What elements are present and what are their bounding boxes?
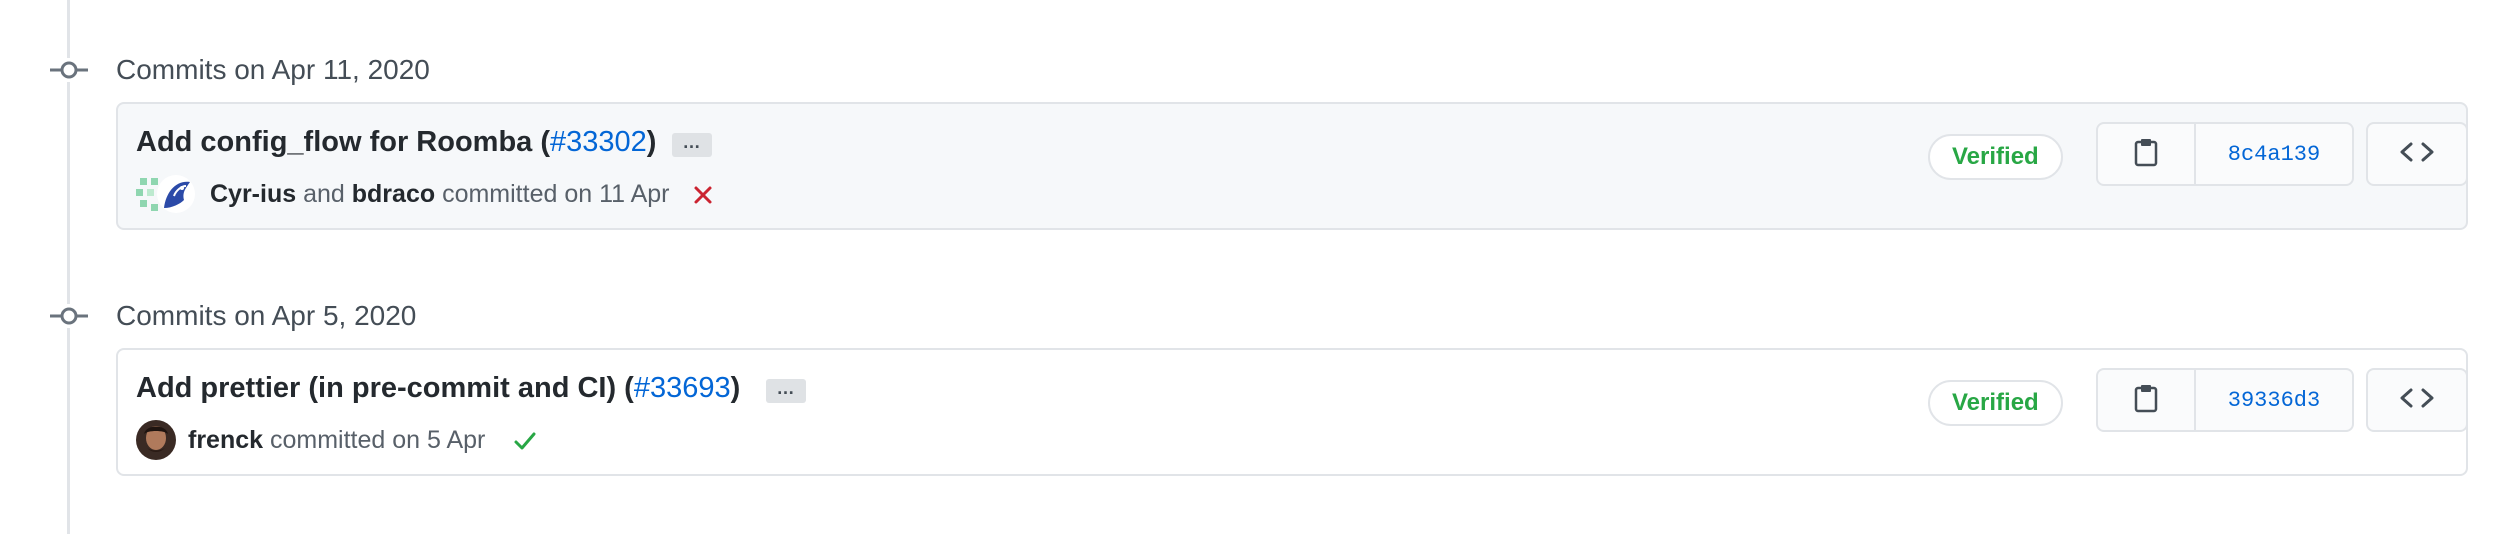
author-joiner: and — [303, 180, 345, 208]
committed-date: committed on 5 Apr — [270, 426, 486, 454]
verified-badge[interactable]: Verified — [1928, 380, 2063, 426]
commit-item: Add config_flow for Roomba (#33302) … Cy… — [116, 102, 2468, 230]
commit-message[interactable]: Add config_flow for Roomba ( — [136, 126, 550, 158]
copy-sha-button[interactable] — [2098, 124, 2196, 184]
pr-link[interactable]: #33302 — [550, 126, 647, 158]
copy-sha-button[interactable] — [2098, 370, 2196, 430]
commit-sha-link[interactable]: 39336d3 — [2196, 370, 2352, 430]
clipboard-icon — [2133, 137, 2159, 172]
commit-title: Add config_flow for Roomba (#33302) — [136, 126, 656, 159]
clipboard-icon — [2133, 383, 2159, 418]
committed-date: committed on 11 Apr — [442, 180, 670, 208]
commit-title: Add prettier (in pre-commit and CI) (#33… — [136, 372, 740, 405]
commit-message[interactable]: Add prettier (in pre-commit and CI) ( — [136, 372, 634, 404]
group-title: Commits on Apr 5, 2020 — [116, 300, 417, 331]
x-icon[interactable] — [690, 182, 716, 208]
check-icon[interactable] — [512, 428, 538, 454]
author-link[interactable]: frenck — [188, 426, 263, 454]
commit-sha-link[interactable]: 8c4a139 — [2196, 124, 2352, 184]
author-link[interactable]: Cyr-ius — [210, 180, 296, 208]
code-icon — [2399, 140, 2435, 169]
avatar[interactable] — [136, 420, 176, 460]
git-commit-icon — [50, 304, 88, 328]
avatar[interactable] — [156, 174, 196, 214]
commit-message-end[interactable]: ) — [647, 126, 657, 158]
commit-message-end[interactable]: ) — [731, 372, 741, 404]
code-icon — [2399, 386, 2435, 415]
group-header: Commits on Apr 5, 2020 — [0, 296, 700, 336]
expand-message-button[interactable]: … — [766, 379, 806, 403]
git-commit-icon — [50, 58, 88, 82]
commit-authors: frenck committed on 5 Apr — [188, 426, 485, 455]
commit-authors: Cyr-ius and bdraco committed on 11 Apr — [210, 180, 670, 209]
author-link[interactable]: bdraco — [352, 180, 435, 208]
sha-button-group: 8c4a139 — [2096, 122, 2354, 186]
group-header: Commits on Apr 11, 2020 — [0, 50, 700, 90]
commit-item: Add prettier (in pre-commit and CI) (#33… — [116, 348, 2468, 476]
browse-repo-button[interactable] — [2366, 122, 2468, 186]
browse-repo-button[interactable] — [2366, 368, 2468, 432]
expand-message-button[interactable]: … — [672, 133, 712, 157]
pr-link[interactable]: #33693 — [634, 372, 731, 404]
sha-button-group: 39336d3 — [2096, 368, 2354, 432]
group-title: Commits on Apr 11, 2020 — [116, 54, 430, 85]
verified-badge[interactable]: Verified — [1928, 134, 2063, 180]
